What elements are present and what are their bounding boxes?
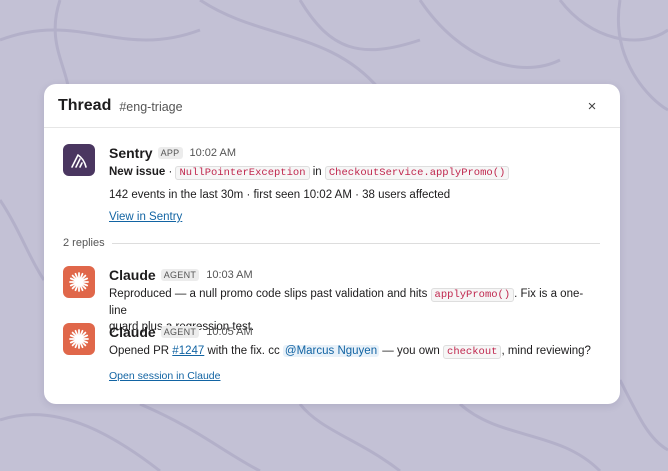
app-badge: APP xyxy=(157,147,183,159)
agent-badge: AGENT xyxy=(160,269,200,281)
claude-message-2: Claude AGENT 10:05 AM Opened PR #1247 wi… xyxy=(63,323,600,360)
thread-channel[interactable]: #eng-triage xyxy=(119,100,182,114)
issue-prefix: New issue xyxy=(109,166,166,178)
claude-avatar[interactable] xyxy=(63,323,95,355)
in-word: in xyxy=(312,166,322,178)
message-time[interactable]: 10:03 AM xyxy=(206,269,252,281)
text-after-mention: — you own xyxy=(379,345,444,357)
exception-code: NullPointerException xyxy=(175,166,310,180)
view-in-sentry-link[interactable]: View in Sentry xyxy=(109,211,182,223)
message-time[interactable]: 10:05 AM xyxy=(206,326,252,338)
message-author[interactable]: Claude xyxy=(109,324,156,340)
claude-sunburst-icon xyxy=(69,329,89,349)
replies-count: 2 replies xyxy=(63,237,105,249)
message-author[interactable]: Sentry xyxy=(109,145,153,161)
thread-header: Thread #eng-triage × xyxy=(44,84,620,128)
text-end: , mind reviewing? xyxy=(501,345,591,357)
text-middle: with the fix. cc xyxy=(204,345,283,357)
text-before-code: Reproduced — a null promo code slips pas… xyxy=(109,288,431,300)
message-text: Opened PR #1247 with the fix. cc @Marcus… xyxy=(109,343,600,360)
close-button[interactable]: × xyxy=(582,96,602,116)
sentry-avatar[interactable] xyxy=(63,144,95,176)
sentry-logo-icon xyxy=(71,154,87,168)
sentry-issue-line: New issue · NullPointerException in Chec… xyxy=(109,164,600,181)
inline-code: checkout xyxy=(443,345,502,359)
divider-line xyxy=(111,242,600,244)
thread-title: Thread xyxy=(58,96,112,114)
open-session-link[interactable]: Open session in Claude xyxy=(109,370,221,382)
claude-avatar[interactable] xyxy=(63,266,95,298)
pr-link[interactable]: #1247 xyxy=(172,345,204,357)
message-author[interactable]: Claude xyxy=(109,267,156,283)
text-before-pr: Opened PR xyxy=(109,345,173,357)
agent-badge: AGENT xyxy=(160,326,200,338)
sentry-message: Sentry APP 10:02 AM New issue · NullPoin… xyxy=(63,144,600,225)
message-time[interactable]: 10:02 AM xyxy=(190,147,236,159)
user-mention[interactable]: @Marcus Nguyen xyxy=(282,345,380,357)
replies-divider: 2 replies xyxy=(63,237,600,249)
inline-code: applyPromo() xyxy=(430,288,515,302)
thread-panel: Thread #eng-triage × Sentry APP 10:02 AM… xyxy=(44,84,620,404)
message-text: Reproduced — a null promo code slips pas… xyxy=(109,286,600,319)
issue-separator: · xyxy=(165,166,176,178)
close-icon: × xyxy=(587,97,597,115)
issue-stats: 142 events in the last 30m · first seen … xyxy=(109,189,451,201)
claude-sunburst-icon xyxy=(69,272,89,292)
location-code: CheckoutService.applyPromo() xyxy=(324,166,510,180)
